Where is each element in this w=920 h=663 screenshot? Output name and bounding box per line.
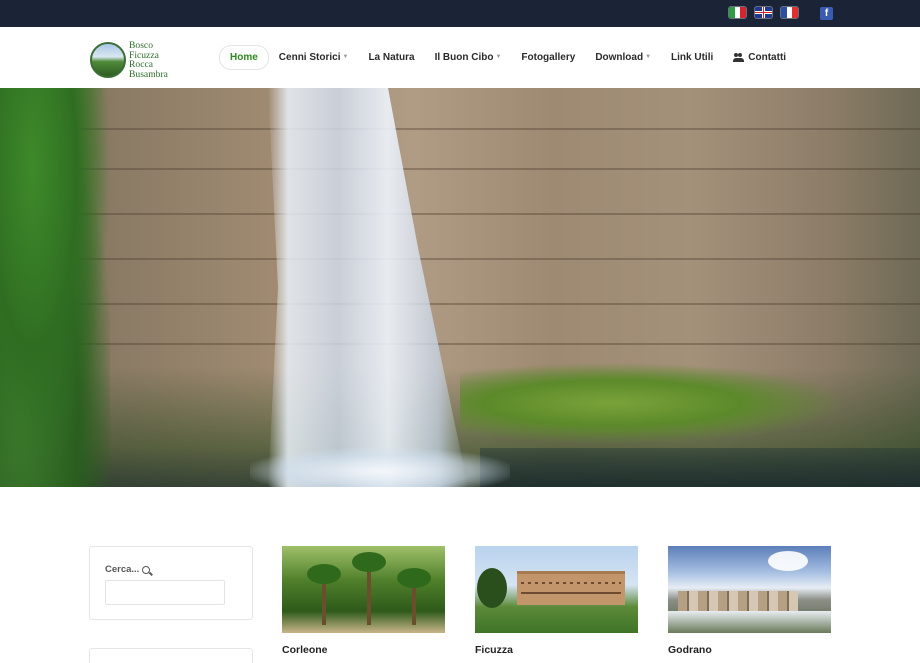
rock-strata <box>0 343 920 345</box>
card-image[interactable] <box>475 546 638 633</box>
site-header: Bosco Ficuzza Rocca Busambra Home Cenni … <box>0 27 920 88</box>
card-godrano[interactable]: Godrano <box>668 546 831 656</box>
search-input[interactable] <box>105 580 225 605</box>
logo-emblem-icon <box>90 42 126 78</box>
rock-strata <box>0 168 920 170</box>
nav-item-fotogallery[interactable]: Fotogallery <box>511 45 585 70</box>
card-ficuzza[interactable]: Ficuzza <box>475 546 638 656</box>
palm-crown <box>352 552 386 572</box>
houses <box>678 591 798 613</box>
search-widget: Cerca... <box>89 546 253 620</box>
uk-flag-icon[interactable] <box>755 7 772 18</box>
language-selector <box>729 7 798 18</box>
logo-text: Bosco Ficuzza Rocca Busambra <box>129 40 168 80</box>
rock-strata <box>0 303 920 305</box>
palace <box>517 571 625 605</box>
nav-item-home[interactable]: Home <box>219 45 269 70</box>
site-logo[interactable]: Bosco Ficuzza Rocca Busambra <box>90 40 185 82</box>
facebook-icon[interactable]: f <box>820 7 833 20</box>
foliage <box>0 88 110 487</box>
hero-waterfall-image <box>0 88 920 487</box>
french-flag-icon[interactable] <box>781 7 798 18</box>
pool <box>480 448 920 487</box>
snow <box>668 611 831 633</box>
sidebar-widget <box>89 648 253 663</box>
search-label: Cerca... <box>105 564 151 575</box>
moss <box>460 363 840 443</box>
card-title[interactable]: Godrano <box>668 644 831 656</box>
cloud <box>768 551 808 571</box>
top-bar: f <box>0 0 920 27</box>
rock-strata <box>0 213 920 215</box>
palm-crown <box>397 568 431 588</box>
waterfall <box>268 88 468 487</box>
italian-flag-icon[interactable] <box>729 7 746 18</box>
rock-strata <box>0 128 920 130</box>
nav-item-cenni-storici[interactable]: Cenni Storici ▼ <box>269 45 359 70</box>
chevron-down-icon: ▼ <box>645 54 652 60</box>
nav-item-contatti[interactable]: Contatti <box>723 45 796 70</box>
nav-item-il-buon-cibo[interactable]: Il Buon Cibo ▼ <box>425 45 512 70</box>
card-title[interactable]: Corleone <box>282 644 445 656</box>
users-icon <box>733 53 745 62</box>
chevron-down-icon: ▼ <box>495 54 502 60</box>
card-image[interactable] <box>668 546 831 633</box>
main-nav: Home Cenni Storici ▼ La Natura Il Buon Ci… <box>219 45 796 70</box>
nav-item-la-natura[interactable]: La Natura <box>358 45 424 70</box>
search-icon <box>142 565 151 574</box>
tree <box>477 568 507 608</box>
rock-strata <box>0 258 920 260</box>
palm-crown <box>307 564 341 584</box>
chevron-down-icon: ▼ <box>342 54 349 60</box>
card-corleone[interactable]: Corleone <box>282 546 445 656</box>
splash <box>250 448 510 487</box>
nav-item-download[interactable]: Download ▼ <box>585 45 661 70</box>
card-title[interactable]: Ficuzza <box>475 644 638 656</box>
nav-item-link-utili[interactable]: Link Utili <box>661 45 723 70</box>
card-image[interactable] <box>282 546 445 633</box>
